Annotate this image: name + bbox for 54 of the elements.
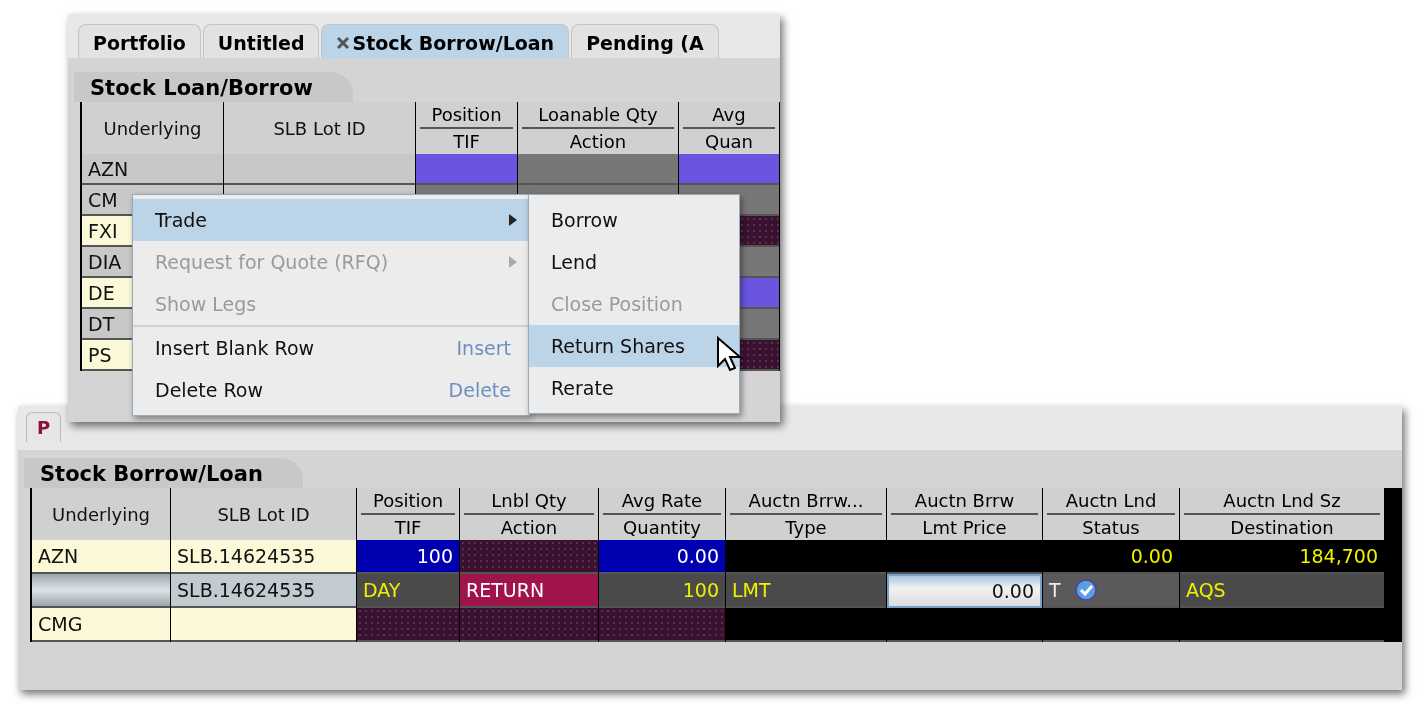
tab[interactable]: Portfolio	[78, 24, 201, 58]
column-header[interactable]: Loanable Qty	[522, 102, 674, 129]
tab[interactable]: Pending (A	[571, 24, 719, 58]
column-header[interactable]: SLB Lot ID	[171, 488, 356, 540]
section-title: Stock Loan/Borrow	[74, 72, 353, 102]
column-header[interactable]: Lnbl Qty	[464, 488, 594, 515]
table-cell: LMT	[726, 574, 886, 608]
table-cell: 100	[599, 574, 725, 608]
tab[interactable]: P	[26, 412, 62, 442]
column-header[interactable]: Quantity	[599, 515, 725, 540]
column-header[interactable]: Position	[361, 488, 455, 515]
column-header[interactable]: Action	[518, 129, 678, 154]
table-cell: AZN	[82, 154, 223, 185]
column-header[interactable]: SLB Lot ID	[224, 102, 415, 154]
menu-item[interactable]: Rerate	[529, 367, 739, 409]
table-cell: SLB.14624535	[171, 574, 356, 608]
price-input-field[interactable]: 0.00	[887, 574, 1042, 608]
column-header[interactable]: TIF	[357, 515, 459, 540]
column-header[interactable]: Auctn Brrw	[891, 488, 1038, 515]
table-cell: AQS	[1180, 574, 1384, 608]
column-header[interactable]: Position	[420, 102, 513, 129]
checkmark-icon	[1074, 579, 1097, 601]
tab[interactable]: Stock Borrow/Loan	[321, 24, 570, 58]
column-header[interactable]: Type	[726, 515, 886, 540]
column-header[interactable]: Underlying	[82, 102, 223, 154]
table-cell: SLB.14624535	[171, 540, 356, 574]
column-header[interactable]: Auctn Brrw...	[730, 488, 882, 515]
table-cell: 0.00	[599, 540, 725, 574]
column-header[interactable]: Action	[460, 515, 598, 540]
table-cell: 100	[357, 540, 459, 574]
menu-item[interactable]: Lend	[529, 241, 739, 283]
close-icon[interactable]	[336, 35, 351, 50]
column-header[interactable]: Destination	[1180, 515, 1384, 540]
column-header[interactable]: TIF	[416, 129, 517, 154]
menu-item[interactable]: Borrow	[529, 199, 739, 241]
mouse-cursor-icon	[716, 336, 742, 372]
table-cell: AZN	[32, 540, 170, 574]
column-header[interactable]: Lmt Price	[887, 515, 1042, 540]
menu-item[interactable]: Trade	[133, 199, 529, 241]
column-header[interactable]: Avg Rate	[603, 488, 721, 515]
menu-item[interactable]: Return Shares	[529, 325, 739, 367]
column-header[interactable]: Underlying	[32, 488, 170, 540]
tab[interactable]: Untitled	[202, 24, 320, 58]
status-text: T	[1049, 579, 1061, 601]
column-header[interactable]: Auctn Lnd Sz	[1184, 488, 1380, 515]
table-cell: RETURN	[460, 574, 598, 608]
column-header[interactable]: Avg	[683, 102, 775, 129]
section-title: Stock Borrow/Loan	[24, 458, 303, 488]
table-cell: CMG	[32, 608, 170, 642]
column-header[interactable]: Status	[1043, 515, 1179, 540]
column-header[interactable]: Auctn Lnd	[1047, 488, 1175, 515]
column-header[interactable]: Quan	[679, 129, 779, 154]
menu-item[interactable]: Delete Row Delete	[133, 369, 529, 411]
table-cell: DAY	[357, 574, 459, 608]
